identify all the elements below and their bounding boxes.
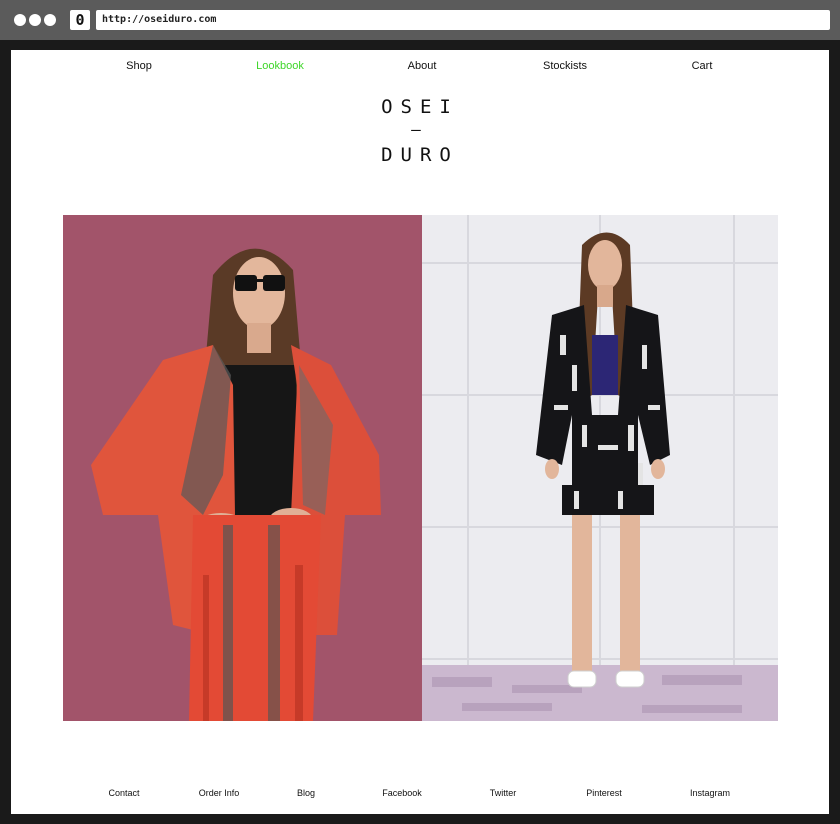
nav-stockists-link[interactable]: Stockists xyxy=(543,60,587,72)
lookbook-image-left[interactable] xyxy=(63,215,422,721)
nav-about-link[interactable]: About xyxy=(408,60,437,72)
footer-blog-link[interactable]: Blog xyxy=(297,788,315,798)
site-favicon-icon: 0 xyxy=(70,10,90,30)
nav-shop-link[interactable]: Shop xyxy=(126,60,152,72)
nav-lookbook-link[interactable]: Lookbook xyxy=(256,60,304,72)
footer-twitter-link[interactable]: Twitter xyxy=(490,788,517,798)
lookbook-image-right[interactable] xyxy=(422,215,778,721)
footer-facebook-link[interactable]: Facebook xyxy=(382,788,422,798)
footer-contact-link[interactable]: Contact xyxy=(108,788,139,798)
logo-line-duro[interactable]: DURO xyxy=(11,144,829,166)
footer-order-info-link[interactable]: Order Info xyxy=(199,788,240,798)
web-page: Shop Lookbook About Stockists Cart OSEI … xyxy=(11,50,829,814)
logo-dash: – xyxy=(411,120,429,139)
page-frame xyxy=(0,40,840,50)
lookbook-image-left-art xyxy=(63,215,422,721)
lookbook-image-right-art xyxy=(422,215,778,721)
browser-chrome: 0 http://oseiduro.com xyxy=(0,0,840,40)
window-minimize-dot[interactable] xyxy=(29,14,41,26)
footer-pinterest-link[interactable]: Pinterest xyxy=(586,788,622,798)
logo-line-osei[interactable]: OSEI xyxy=(11,96,829,118)
window-maximize-dot[interactable] xyxy=(44,14,56,26)
nav-cart-link[interactable]: Cart xyxy=(692,60,713,72)
window-close-dot[interactable] xyxy=(14,14,26,26)
footer-instagram-link[interactable]: Instagram xyxy=(690,788,730,798)
address-bar[interactable]: http://oseiduro.com xyxy=(96,10,830,30)
